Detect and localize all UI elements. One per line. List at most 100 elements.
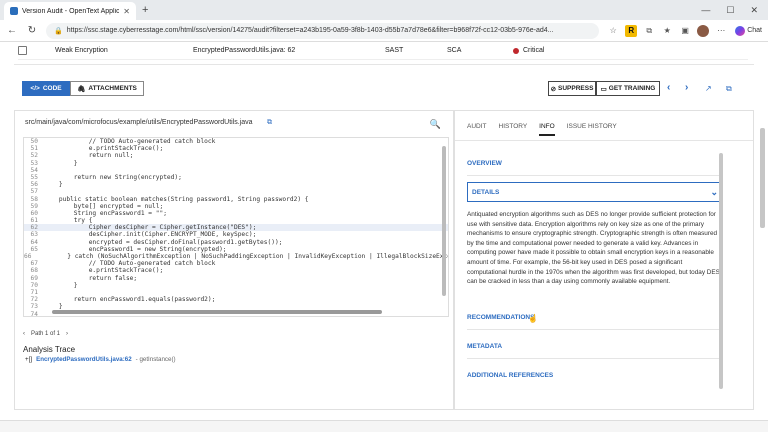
tab-info[interactable]: INFO (539, 123, 555, 136)
line-text: desCipher.init(Cipher.ENCRYPT_MODE, keyS… (44, 231, 257, 239)
browser-tab[interactable]: Version Audit - OpenText Applica ✕ (4, 2, 136, 20)
metadata-section[interactable]: METADATA › (467, 336, 723, 356)
close-tab-icon[interactable]: ✕ (123, 7, 130, 16)
line-number: 59 (30, 202, 38, 210)
code-horizontal-scrollbar[interactable] (52, 310, 382, 314)
file-path: src/main/java/com/microfocus/example/uti… (25, 119, 253, 126)
extensions-icon[interactable]: ⧉ (643, 25, 655, 37)
reload-icon[interactable]: ↻ (26, 25, 38, 36)
get-training-button[interactable]: ▭ GET TRAINING (596, 81, 660, 96)
recommendations-section[interactable]: RECOMMENDATIONS › (467, 307, 723, 327)
line-number: 69 (30, 274, 38, 282)
favorites-icon[interactable]: ★ (661, 25, 673, 37)
open-external-icon[interactable]: ↗ (705, 84, 712, 93)
extension-r-icon[interactable]: R (625, 24, 638, 37)
accordion-separator (467, 175, 723, 176)
additional-references-section[interactable]: ADDITIONAL REFERENCES › (467, 365, 723, 385)
issue-category: Weak Encryption (55, 47, 108, 54)
code-line: 51 e.printStackTrace(); (24, 145, 448, 152)
code-line: 67 // TODO Auto-generated catch block (24, 260, 448, 267)
details-section[interactable]: DETAILS ⌄ (467, 182, 723, 202)
path-prev-icon[interactable]: ‹ (23, 331, 25, 337)
code-line: 63 desCipher.init(Cipher.ENCRYPT_MODE, k… (24, 231, 448, 238)
previous-issue-chevron-icon[interactable]: ‹ (667, 82, 670, 93)
issue-analysis-type: SAST (385, 47, 404, 54)
trace-item[interactable]: +[] EncryptedPasswordUtils.java:62 - get… (25, 356, 176, 363)
line-number: 50 (30, 138, 38, 145)
section-divider (14, 64, 754, 65)
overview-section[interactable]: OVERVIEW › (467, 153, 723, 173)
profile-avatar[interactable] (697, 24, 710, 37)
line-text: return encPassword1.equals(password2); (44, 296, 216, 304)
code-line: 68 e.printStackTrace(); (24, 267, 448, 274)
additional-references-label: ADDITIONAL REFERENCES (467, 371, 554, 379)
copy-path-icon[interactable]: ⧉ (267, 119, 272, 127)
line-text: } (44, 159, 78, 167)
line-number: 74 (30, 310, 38, 317)
line-text: e.printStackTrace(); (44, 145, 164, 153)
suppress-button[interactable]: ⊘ SUPPRESS (548, 81, 596, 96)
close-window-icon[interactable]: ✕ (750, 5, 758, 16)
issue-severity: Critical (513, 47, 544, 54)
tabs-underline (455, 140, 753, 141)
line-number: 54 (30, 166, 38, 174)
tab-issue-history[interactable]: ISSUE HISTORY (567, 123, 617, 136)
copy-link-icon[interactable]: ⧉ (726, 84, 732, 94)
next-issue-chevron-icon[interactable]: › (685, 82, 688, 93)
code-line: 61 try { (24, 217, 448, 224)
collections-icon[interactable]: ▣ (679, 25, 691, 37)
code-line: 52 return null; (24, 152, 448, 159)
code-line: 70 } (24, 282, 448, 289)
back-arrow-icon[interactable]: ← (6, 25, 18, 36)
line-text: // TODO Auto-generated catch block (44, 138, 216, 145)
line-number: 62 (30, 224, 38, 232)
more-menu-icon[interactable]: ⋯ (715, 25, 727, 37)
code-line: 66 } catch (NoSuchAlgorithmException | N… (24, 253, 448, 260)
bottom-bar (0, 420, 768, 432)
star-icon[interactable]: ☆ (607, 25, 619, 37)
page-scrollbar[interactable] (760, 128, 765, 228)
trace-expand-icon[interactable]: +[] (25, 356, 32, 363)
line-number: 68 (30, 267, 38, 275)
line-number: 61 (30, 217, 38, 225)
line-text: return new String(encrypted); (44, 173, 182, 181)
issue-details-panel: AUDIT HISTORY INFO ISSUE HISTORY OVERVIEW ›… (454, 110, 754, 410)
search-icon[interactable]: 🔍 (430, 119, 441, 130)
site-favicon-icon (10, 7, 18, 15)
code-vertical-scrollbar[interactable] (442, 146, 446, 296)
code-viewer[interactable]: 50 // TODO Auto-generated catch block 51 … (23, 137, 449, 317)
code-line: 57 (24, 188, 448, 195)
address-bar[interactable]: 🔒 https://ssc.stage.cyberresstage.com/ht… (46, 22, 600, 39)
path-count: Path 1 of 1 (31, 331, 61, 337)
code-tab-button[interactable]: </> CODE (22, 81, 70, 96)
suppress-icon: ⊘ (550, 85, 557, 93)
window-controls: — ☐ ✕ (701, 5, 764, 16)
recommendations-label: RECOMMENDATIONS (467, 313, 535, 321)
new-tab-button[interactable]: + (142, 4, 148, 16)
line-number: 66 (24, 253, 32, 260)
attachments-tab-button[interactable]: 🖇 ATTACHMENTS (70, 81, 144, 96)
issue-row[interactable]: Weak Encryption EncryptedPasswordUtils.j… (18, 42, 748, 60)
mouse-pointer-icon: ☝ (528, 314, 538, 323)
path-next-icon[interactable]: › (66, 331, 68, 337)
line-text: } (44, 181, 63, 189)
line-number: 56 (30, 181, 38, 189)
training-label: GET TRAINING (608, 85, 656, 92)
line-number: 51 (30, 145, 38, 153)
issue-checkbox[interactable] (18, 46, 27, 55)
line-text: } (44, 281, 78, 289)
code-line: 58 public static boolean matches(String … (24, 196, 448, 203)
code-line: 50 // TODO Auto-generated catch block (24, 138, 448, 145)
tab-audit[interactable]: AUDIT (467, 123, 487, 136)
maximize-icon[interactable]: ☐ (726, 5, 734, 16)
copilot-chat-button[interactable]: Chat (735, 25, 762, 36)
line-text: e.printStackTrace(); (44, 267, 164, 275)
tab-history[interactable]: HISTORY (499, 123, 528, 136)
line-number: 72 (30, 296, 38, 304)
line-number: 65 (30, 245, 38, 253)
code-brackets-icon: </> (30, 85, 40, 92)
minimize-icon[interactable]: — (701, 5, 710, 16)
trace-file-link[interactable]: EncryptedPasswordUtils.java:62 (36, 356, 132, 363)
line-number: 63 (30, 231, 38, 239)
details-scrollbar[interactable] (719, 153, 723, 389)
